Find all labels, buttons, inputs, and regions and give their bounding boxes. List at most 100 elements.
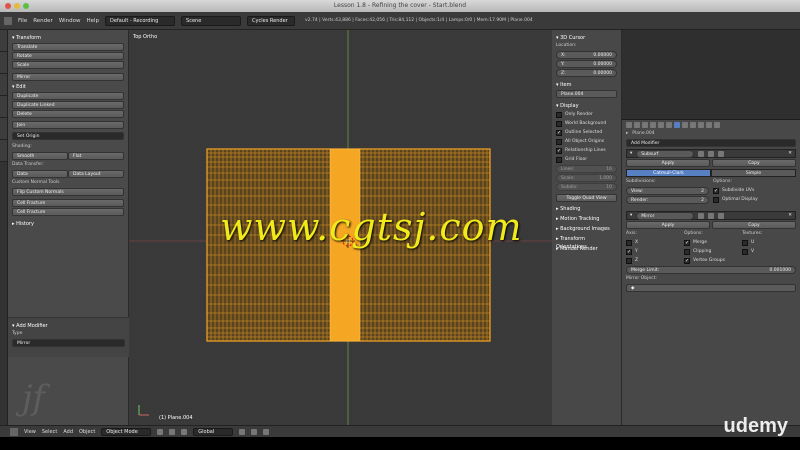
subsurf-name-field[interactable]: Subsurf	[636, 149, 695, 158]
mode-dropdown[interactable]: Object Mode	[101, 427, 152, 436]
manipulator-icon[interactable]	[181, 428, 188, 435]
history-panel-header[interactable]: ▸ History	[12, 220, 124, 228]
catmull-clark-option[interactable]: Catmull-Clark	[626, 169, 711, 177]
texture-tab-icon[interactable]	[698, 122, 704, 128]
menu-file[interactable]: File	[18, 18, 27, 24]
menu-view[interactable]: View	[24, 429, 36, 435]
scene-dropdown[interactable]: Scene	[181, 15, 242, 26]
expand-arrow-icon[interactable]: ▾	[630, 213, 632, 218]
mirror-button[interactable]: Mirror	[12, 73, 124, 81]
maximize-window-icon[interactable]	[23, 3, 29, 9]
expand-arrow-icon[interactable]: ▾	[630, 151, 632, 156]
set-origin-dropdown[interactable]: Set Origin	[12, 132, 124, 140]
join-button[interactable]: Join	[12, 121, 124, 129]
axis-x-checkbox[interactable]: X	[626, 238, 680, 247]
close-modifier-icon[interactable]: ✕	[788, 151, 792, 156]
object-tab-icon[interactable]	[658, 122, 664, 128]
render-engine-dropdown[interactable]: Cycles Render	[247, 15, 296, 26]
pin-icon[interactable]: ▸	[626, 130, 628, 138]
transform-orientation-dropdown[interactable]: Global	[193, 427, 234, 436]
shading-mode-icon[interactable]	[157, 428, 164, 435]
modifiers-tab-icon[interactable]	[674, 122, 680, 128]
world-background-checkbox[interactable]: World Background	[556, 119, 617, 128]
editmode-visibility-icon[interactable]	[718, 212, 725, 219]
cursor-z-field[interactable]: Z: 0.00000	[556, 69, 617, 77]
editmode-visibility-icon[interactable]	[718, 150, 725, 157]
snap-icon[interactable]	[251, 428, 258, 435]
cursor-y-field[interactable]: Y: 0.00000	[556, 60, 617, 68]
merge-checkbox[interactable]: ✓ Merge	[684, 238, 738, 247]
screen-layout-dropdown[interactable]: Default - Recording	[105, 15, 176, 26]
layers-tab-icon[interactable]	[634, 122, 640, 128]
tab-create[interactable]	[0, 52, 7, 74]
all-object-origins-checkbox[interactable]: All Object Origins	[556, 137, 617, 146]
optimal-display-checkbox[interactable]: Optimal Display	[713, 195, 796, 204]
close-modifier-icon[interactable]: ✕	[788, 213, 792, 218]
item-name-field[interactable]: Plane.004	[556, 90, 617, 98]
physics-tab-icon[interactable]	[714, 122, 720, 128]
pivot-point-icon[interactable]	[169, 428, 176, 435]
tab-relations[interactable]	[0, 74, 7, 96]
lines-field[interactable]: Lines: 16	[556, 165, 617, 173]
mirror-copy-button[interactable]: Copy	[712, 221, 796, 229]
add-modifier-dropdown[interactable]: Add Modifier	[626, 139, 796, 147]
tab-tools[interactable]	[0, 30, 7, 52]
scale-field[interactable]: Scale: 1.000	[556, 174, 617, 182]
subdivide-uvs-checkbox[interactable]: ✓ Subdivide UVs	[713, 186, 796, 195]
flip-custom-normals-button[interactable]: Flip Custom Normals	[12, 188, 124, 196]
manuel-render-panel-header[interactable]: ▸ Manuel Render	[556, 245, 617, 253]
duplicate-button[interactable]: Duplicate	[12, 92, 124, 100]
data-button[interactable]: Data	[12, 170, 68, 178]
relationship-lines-checkbox[interactable]: ✓ Relationship Lines	[556, 146, 617, 155]
background-images-panel-header[interactable]: ▸ Background Images	[556, 225, 617, 233]
merge-limit-field[interactable]: Merge Limit: 0.001000	[626, 266, 796, 274]
render-tab-icon[interactable]	[626, 122, 632, 128]
layers-icon[interactable]	[239, 428, 246, 435]
simple-option[interactable]: Simple	[711, 169, 796, 177]
outliner[interactable]	[622, 30, 800, 120]
shading-panel-header[interactable]: ▸ Shading	[556, 205, 617, 213]
render-visibility-icon[interactable]	[698, 212, 705, 219]
viewport-visibility-icon[interactable]	[708, 150, 715, 157]
menu-render[interactable]: Render	[33, 18, 53, 24]
mirror-modifier-header[interactable]: ▾ Mirror ✕	[626, 211, 796, 220]
close-window-icon[interactable]	[5, 3, 11, 9]
subdiv-field[interactable]: Subdiv: 10	[556, 183, 617, 191]
3d-cursor-panel-header[interactable]: ▾ 3D Cursor	[556, 34, 617, 42]
smooth-button[interactable]: Smooth	[12, 152, 68, 160]
tab-physics[interactable]	[0, 118, 7, 140]
display-panel-header[interactable]: ▾ Display	[556, 102, 617, 110]
blender-info-icon[interactable]	[4, 16, 12, 25]
vertex-groups-checkbox[interactable]: ✓ Vertex Groups	[684, 256, 738, 265]
data-layout-button[interactable]: Data Layout	[68, 170, 124, 178]
duplicate-linked-button[interactable]: Duplicate Linked	[12, 101, 124, 109]
tab-animation[interactable]	[0, 96, 7, 118]
menu-select[interactable]: Select	[42, 429, 57, 435]
outline-selected-checkbox[interactable]: ✓ Outline Selected	[556, 128, 617, 137]
material-tab-icon[interactable]	[690, 122, 696, 128]
minimize-window-icon[interactable]	[14, 3, 20, 9]
grid-floor-checkbox[interactable]: Grid Floor	[556, 155, 617, 164]
cell-fracture-button-2[interactable]: Cell Fracture	[12, 208, 124, 216]
transform-orientations-panel-header[interactable]: ▸ Transform Orientations	[556, 235, 617, 250]
texture-v-checkbox[interactable]: V	[742, 247, 796, 256]
mirror-apply-button[interactable]: Apply	[626, 221, 710, 229]
delete-button[interactable]: Delete	[12, 110, 124, 118]
clipping-checkbox[interactable]: Clipping	[684, 247, 738, 256]
subsurf-apply-button[interactable]: Apply	[626, 159, 710, 167]
constraints-tab-icon[interactable]	[666, 122, 672, 128]
cell-fracture-button-1[interactable]: Cell Fracture	[12, 199, 124, 207]
view-levels-field[interactable]: View: 2	[626, 187, 709, 195]
mirror-object-field[interactable]: ◆	[626, 284, 796, 292]
subsurf-modifier-header[interactable]: ▾ Subsurf ✕	[626, 149, 796, 158]
axis-y-checkbox[interactable]: ✓ Y	[626, 247, 680, 256]
menu-window[interactable]: Window	[59, 18, 81, 24]
world-tab-icon[interactable]	[650, 122, 656, 128]
render-preview-icon[interactable]	[263, 428, 270, 435]
edit-panel-header[interactable]: ▾ Edit	[12, 83, 124, 91]
mirror-name-field[interactable]: Mirror	[636, 211, 695, 220]
tab-grease-pencil[interactable]	[0, 140, 7, 162]
motion-tracking-panel-header[interactable]: ▸ Motion Tracking	[556, 215, 617, 223]
menu-object[interactable]: Object	[79, 429, 95, 435]
translate-button[interactable]: Translate	[12, 43, 124, 51]
